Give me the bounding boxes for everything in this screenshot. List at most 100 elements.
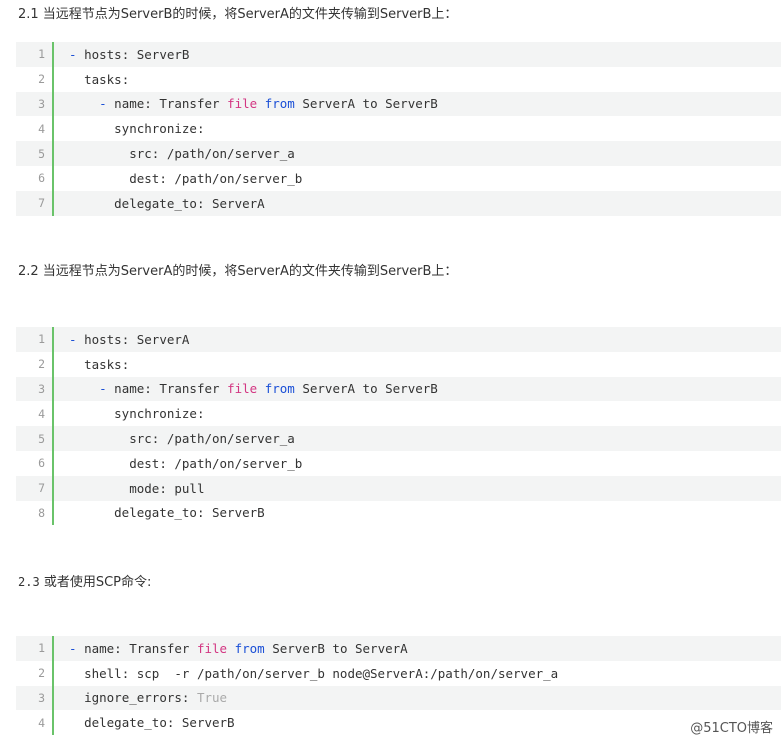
code-line: 2 tasks: [16, 66, 781, 92]
line-number: 1 [16, 327, 54, 352]
code-text: - name: Transfer file from ServerA to Se… [54, 381, 438, 396]
list-dash: - [99, 381, 115, 397]
code-content: name: Transfer [114, 96, 228, 112]
list-dash: - [99, 96, 115, 112]
code-text: shell: scp -r /path/on/server_b node@Ser… [54, 666, 558, 681]
line-number: 2 [16, 351, 54, 377]
code-text: src: /path/on/server_a [54, 431, 295, 446]
line-number: 3 [16, 685, 54, 711]
code-content: src: /path/on/server_a [129, 146, 295, 162]
code-line: 3 ignore_errors: True [16, 685, 781, 711]
code-line: 1- hosts: ServerA [16, 327, 781, 352]
code-text: dest: /path/on/server_b [54, 171, 302, 186]
code-content: ignore_errors: [84, 690, 197, 706]
code-line: 5 src: /path/on/server_a [16, 426, 781, 451]
code-text: - hosts: ServerA [54, 332, 189, 347]
line-number: 7 [16, 475, 54, 501]
code-line: 4 delegate_to: ServerB [16, 710, 781, 736]
code-line: 2 shell: scp -r /path/on/server_b node@S… [16, 660, 781, 686]
code-text: synchronize: [54, 406, 204, 421]
line-number: 5 [16, 141, 54, 166]
line-number: 3 [16, 376, 54, 402]
line-number: 3 [16, 91, 54, 117]
code-text: delegate_to: ServerB [54, 505, 265, 520]
watermark: @51CTO博客 [690, 721, 773, 736]
line-number: 6 [16, 165, 54, 191]
code-content: shell: scp -r /path/on/server_b node@Ser… [84, 665, 559, 681]
keyword-from: from [264, 96, 295, 112]
keyword-from: from [234, 640, 265, 656]
line-number: 2 [16, 66, 54, 92]
keyword-file: file [227, 381, 258, 397]
code-content: tasks: [84, 71, 130, 87]
code-block-2-3: 1- name: Transfer file from ServerB to S… [16, 636, 781, 736]
line-number: 5 [16, 426, 54, 451]
code-line: 7 mode: pull [16, 475, 781, 501]
code-content: dest: /path/on/server_b [129, 170, 303, 186]
code-content: ServerA to ServerB [294, 96, 438, 112]
code-content: hosts: ServerA [84, 331, 190, 347]
list-dash: - [69, 46, 85, 62]
code-text: - name: Transfer file from ServerA to Se… [54, 96, 438, 111]
code-content: name: Transfer [114, 381, 228, 397]
section-heading-number: 2.3 [18, 575, 40, 589]
line-number: 1 [16, 636, 54, 661]
code-text: - hosts: ServerB [54, 47, 189, 62]
keyword-from: from [264, 381, 295, 397]
code-line: 3 - name: Transfer file from ServerA to … [16, 91, 781, 117]
code-line: 3 - name: Transfer file from ServerA to … [16, 376, 781, 402]
code-content: hosts: ServerB [84, 46, 190, 62]
line-number: 4 [16, 710, 54, 736]
section-heading-2-3: 2.3 或者使用SCP命令: [18, 573, 151, 592]
code-line: 6 dest: /path/on/server_b [16, 450, 781, 476]
code-content: dest: /path/on/server_b [129, 455, 303, 471]
code-content: tasks: [84, 356, 130, 372]
code-text: delegate_to: ServerA [54, 196, 265, 211]
code-text: ignore_errors: True [54, 690, 227, 705]
code-content: mode: pull [129, 480, 205, 496]
code-block-2-2: 1- hosts: ServerA 2 tasks: 3 - name: Trans… [16, 327, 781, 526]
line-number: 4 [16, 401, 54, 427]
code-content: ServerA to ServerB [294, 381, 438, 397]
code-content: delegate_to: ServerA [114, 195, 265, 211]
line-number: 1 [16, 42, 54, 67]
code-content: synchronize: [114, 121, 205, 137]
line-number: 4 [16, 116, 54, 142]
code-text: delegate_to: ServerB [54, 715, 235, 730]
code-text: src: /path/on/server_a [54, 146, 295, 161]
code-line: 5 src: /path/on/server_a [16, 141, 781, 166]
list-dash: - [69, 640, 85, 656]
code-content: delegate_to: ServerB [114, 505, 265, 521]
code-line: 6 dest: /path/on/server_b [16, 165, 781, 191]
code-text: synchronize: [54, 121, 204, 136]
code-line: 8 delegate_to: ServerB [16, 500, 781, 526]
code-line: 2 tasks: [16, 351, 781, 377]
code-line: 1- name: Transfer file from ServerB to S… [16, 636, 781, 661]
code-content: delegate_to: ServerB [84, 715, 235, 731]
section-heading-2-1: 2.1 当远程节点为ServerB的时候，将ServerA的文件夹传输到Serv… [18, 7, 458, 22]
line-number: 7 [16, 190, 54, 216]
keyword-file: file [227, 96, 258, 112]
code-block-2-1: 1- hosts: ServerB 2 tasks: 3 - name: Trans… [16, 42, 781, 216]
code-text: tasks: [54, 72, 129, 87]
code-content: src: /path/on/server_a [129, 431, 295, 447]
line-number: 6 [16, 450, 54, 476]
code-text: mode: pull [54, 481, 204, 496]
line-number: 2 [16, 660, 54, 686]
code-text: tasks: [54, 357, 129, 372]
code-line: 4 synchronize: [16, 401, 781, 427]
